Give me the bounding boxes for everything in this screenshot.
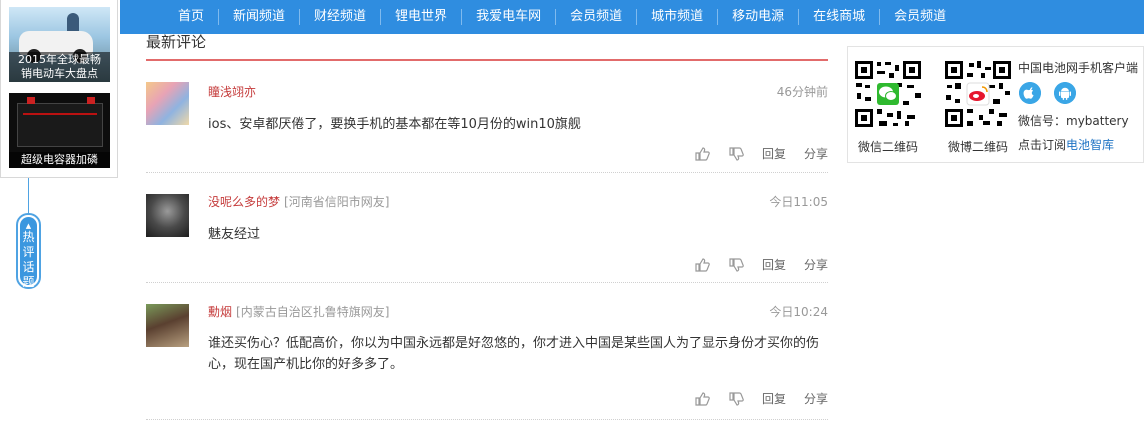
thumbs-down-icon[interactable] (728, 257, 744, 273)
hot-topics-tab[interactable]: ▲ 热 评 话 题 (16, 213, 41, 289)
comment-location: [河南省信阳市网友] (284, 195, 390, 209)
thumbs-up-icon[interactable] (694, 146, 710, 162)
hot-tab-char: 评 (22, 245, 35, 259)
nav-item-news[interactable]: 新闻频道 (218, 9, 299, 25)
thumbs-up-icon[interactable] (694, 257, 710, 273)
reply-button[interactable]: 回复 (762, 390, 786, 407)
promo-caption-line: 销电动车大盘点 (21, 67, 98, 80)
battery-stripe (23, 113, 97, 115)
nav-item-finance[interactable]: 财经频道 (299, 9, 380, 25)
thumbs-down-icon[interactable] (728, 391, 744, 407)
nav-item-ev[interactable]: 我爱电车网 (461, 9, 555, 25)
promo-caption: 2015年全球最畅 销电动车大盘点 (9, 52, 110, 82)
comment-item: 勳烟 [内蒙古自治区扎鲁特旗网友] 今日10:24 谁还买伤心？低配高价，你以为中… (146, 283, 828, 420)
comment-actions: 回复 分享 (676, 390, 828, 407)
mobile-client-box: 微信二维码 微博二维码 中国电池网手机客户端 微信号：mybattery 点击订… (847, 46, 1144, 163)
comment-item: 没呢么多的梦 [河南省信阳市网友] 今日11:05 魅友经过 回复 分享 (146, 173, 828, 283)
comment-time: 今日10:24 (769, 305, 828, 319)
promo-caption-line: 2015年全球最畅 (18, 53, 101, 66)
side-promo-panel: 2015年全球最畅 销电动车大盘点 超级电容器加磷 (0, 0, 118, 178)
avatar[interactable] (146, 194, 189, 237)
wechat-qr-caption: 微信二维码 (858, 140, 919, 154)
share-button[interactable]: 分享 (804, 390, 828, 407)
hot-tab-char: 话 (22, 260, 35, 274)
weibo-qr-caption: 微博二维码 (948, 140, 1009, 154)
battery-terminal-icon (27, 97, 35, 104)
nav-item-home[interactable]: 首页 (170, 9, 218, 25)
comment-time: 46分钟前 (776, 85, 828, 99)
client-title: 中国电池网手机客户端 (1018, 61, 1139, 75)
comment-text: 谁还买伤心？低配高价，你以为中国永远都是好忽悠的，你才进入中国是某些国人为了显示… (208, 336, 820, 372)
subscribe-link[interactable]: 电池智库 (1066, 138, 1114, 152)
promo-caption-line: 超级电容器加磷 (21, 153, 98, 166)
battery-terminal-icon (87, 97, 95, 104)
subscribe-text: 点击订阅电池智库 (1018, 138, 1115, 152)
nav-item-city[interactable]: 城市频道 (636, 9, 717, 25)
comment-item: 瞳浅翊亦 46分钟前 ios、安卓都厌倦了，要换手机的基本都在等10月份的win… (146, 61, 828, 173)
nav-item-member[interactable]: 会员频道 (555, 9, 636, 25)
comment-text: 魅友经过 (208, 227, 261, 242)
avatar[interactable] (146, 304, 189, 347)
android-icon[interactable] (1054, 82, 1076, 104)
comment-actions: 回复 分享 (676, 256, 828, 273)
wechat-qr-code (853, 59, 923, 129)
hot-tab-char: 热 (22, 230, 35, 244)
weibo-qr-code (943, 59, 1013, 129)
comment-time: 今日11:05 (769, 195, 828, 209)
reply-button[interactable]: 回复 (762, 145, 786, 162)
hot-tab-connector (28, 178, 29, 213)
hot-tab-char: 题 (22, 275, 35, 289)
nav-item-lithium[interactable]: 锂电世界 (380, 9, 461, 25)
promo-card-supercapacitor[interactable]: 超级电容器加磷 (9, 93, 110, 168)
promo-caption: 超级电容器加磷 (9, 152, 110, 168)
thumbs-down-icon[interactable] (728, 146, 744, 162)
comments-section: 最新评论 瞳浅翊亦 46分钟前 ios、安卓都厌倦了，要换手机的基本都在等10月… (146, 34, 828, 420)
comment-username[interactable]: 没呢么多的梦 [河南省信阳市网友] (208, 193, 389, 210)
wechat-id: 微信号：mybattery (1018, 114, 1129, 128)
promo-card-ev-ranking[interactable]: 2015年全球最畅 销电动车大盘点 (9, 7, 110, 82)
promo-image-battery (17, 103, 103, 147)
apple-icon[interactable] (1019, 82, 1041, 104)
share-button[interactable]: 分享 (804, 145, 828, 162)
chevron-up-icon: ▲ (25, 222, 32, 230)
reply-button[interactable]: 回复 (762, 256, 786, 273)
avatar[interactable] (146, 82, 189, 125)
comment-location: [内蒙古自治区扎鲁特旗网友] (236, 305, 390, 319)
comment-text: ios、安卓都厌倦了，要换手机的基本都在等10月份的win10旗舰 (208, 117, 581, 132)
nav-item-power[interactable]: 移动电源 (717, 9, 798, 25)
nav-item-shop[interactable]: 在线商城 (798, 9, 879, 25)
comment-username[interactable]: 瞳浅翊亦 (208, 83, 256, 100)
section-title: 最新评论 (146, 34, 828, 61)
thumbs-up-icon[interactable] (694, 391, 710, 407)
comment-actions: 回复 分享 (676, 145, 828, 162)
comment-username[interactable]: 勳烟 [内蒙古自治区扎鲁特旗网友] (208, 303, 389, 320)
nav-item-member-2[interactable]: 会员频道 (879, 9, 960, 25)
share-button[interactable]: 分享 (804, 256, 828, 273)
top-nav: 首页 新闻频道 财经频道 锂电世界 我爱电车网 会员频道 城市频道 移动电源 在… (120, 0, 1144, 34)
